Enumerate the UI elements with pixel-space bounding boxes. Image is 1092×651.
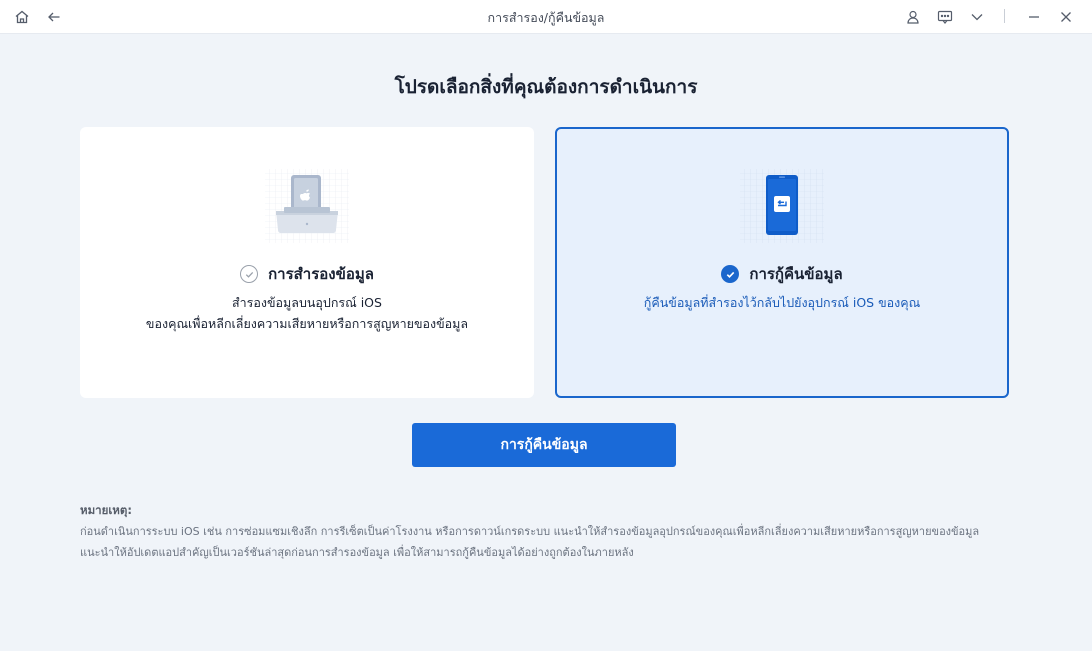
- backup-title-row: การสำรองข้อมูล: [82, 262, 532, 286]
- backup-device-illustration: [257, 167, 357, 247]
- title-bar-divider: [1004, 9, 1005, 23]
- restore-title-row: การกู้คืนข้อมูล: [557, 262, 1007, 286]
- restore-button[interactable]: การกู้คืนข้อมูล: [412, 423, 676, 467]
- feedback-icon[interactable]: [934, 6, 956, 28]
- title-bar: การสำรอง/กู้คืนข้อมูล: [0, 0, 1092, 34]
- backup-desc-line2: ของคุณเพื่อหลีกเลี่ยงความเสียหายหรือการส…: [145, 316, 469, 331]
- note-line2: แนะนำให้อัปเดตแอปสำคัญเป็นเวอร์ชันล่าสุด…: [80, 546, 634, 559]
- backup-title: การสำรองข้อมูล: [268, 265, 374, 283]
- minimize-icon[interactable]: [1023, 6, 1045, 28]
- note-line1: ก่อนดำเนินการระบบ iOS เช่น การซ่อมแซมเชิ…: [80, 525, 980, 538]
- backup-desc-line1: สำรองข้อมูลบนอุปกรณ์ iOS: [232, 295, 382, 310]
- chevron-down-icon[interactable]: [966, 6, 988, 28]
- note-section: หมายเหตุ: ก่อนดำเนินการระบบ iOS เช่น การ…: [80, 500, 1020, 563]
- unchecked-circle-icon: [240, 265, 259, 283]
- restore-option-card[interactable]: การกู้คืนข้อมูล กู้คืนข้อมูลที่สำรองไว้ก…: [555, 127, 1009, 398]
- note-label: หมายเหตุ:: [80, 503, 132, 517]
- page-heading: โปรดเลือกสิ่งที่คุณต้องการดำเนินการ: [394, 76, 698, 98]
- checked-circle-icon: [721, 265, 740, 283]
- restore-desc-line1: กู้คืนข้อมูลที่สำรองไว้กลับไปยังอุปกรณ์ …: [643, 295, 921, 310]
- user-icon[interactable]: [902, 6, 924, 28]
- restore-title: การกู้คืนข้อมูล: [749, 265, 843, 283]
- close-icon[interactable]: [1055, 6, 1077, 28]
- restore-description: กู้คืนข้อมูลที่สำรองไว้กลับไปยังอุปกรณ์ …: [557, 292, 1007, 313]
- backup-description: สำรองข้อมูลบนอุปกรณ์ iOS ของคุณเพื่อหลีก…: [82, 292, 532, 334]
- restore-phone-illustration: [732, 167, 832, 247]
- backup-option-card[interactable]: การสำรองข้อมูล สำรองข้อมูลบนอุปกรณ์ iOS …: [80, 127, 534, 398]
- window-title: การสำรอง/กู้คืนข้อมูล: [487, 10, 605, 25]
